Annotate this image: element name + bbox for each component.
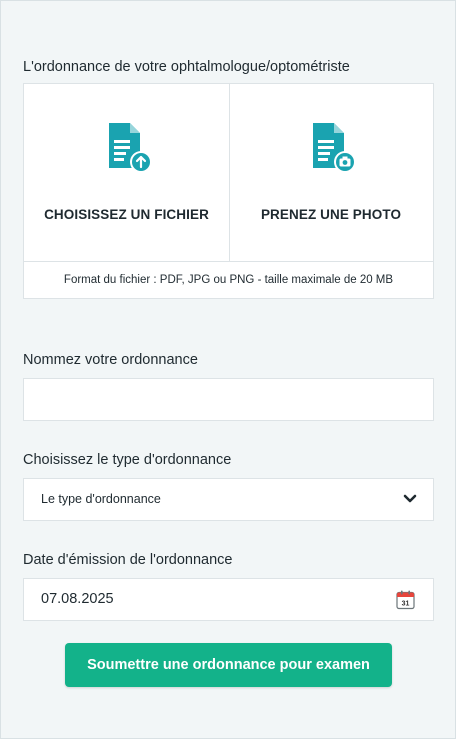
upload-box: CHOISISSEZ UN FICHIER PRENEZ UNE PHOTO F… bbox=[23, 83, 434, 299]
prescription-section-label: L'ordonnance de votre ophtalmologue/opto… bbox=[23, 59, 350, 75]
prescription-type-select[interactable]: Le type d'ordonnance bbox=[23, 478, 434, 521]
take-photo-label: PRENEZ UNE PHOTO bbox=[260, 207, 402, 222]
submit-prescription-button[interactable]: Soumettre une ordonnance pour examen bbox=[65, 643, 392, 687]
choose-file-button[interactable]: CHOISISSEZ UN FICHIER bbox=[24, 84, 230, 261]
issue-date-field[interactable]: 07.08.2025 31 bbox=[23, 578, 434, 621]
chevron-down-icon bbox=[403, 494, 417, 503]
take-photo-button[interactable]: PRENEZ UNE PHOTO bbox=[229, 84, 433, 261]
type-field-label: Choisissez le type d'ordonnance bbox=[23, 452, 232, 468]
document-upload-icon bbox=[108, 123, 152, 173]
issue-date-value: 07.08.2025 bbox=[41, 591, 114, 607]
calendar-day-number: 31 bbox=[402, 601, 410, 608]
prescription-name-field[interactable] bbox=[23, 378, 434, 421]
date-field-label: Date d'émission de l'ordonnance bbox=[23, 552, 233, 568]
type-select-value: Le type d'ordonnance bbox=[41, 492, 161, 506]
choose-file-label: CHOISISSEZ UN FICHIER bbox=[44, 207, 209, 222]
prescription-name-input[interactable] bbox=[24, 379, 433, 420]
file-format-note: Format du fichier : PDF, JPG ou PNG - ta… bbox=[24, 261, 433, 299]
calendar-icon[interactable]: 31 bbox=[395, 589, 417, 611]
name-field-label: Nommez votre ordonnance bbox=[23, 352, 198, 368]
document-camera-icon bbox=[313, 123, 356, 173]
